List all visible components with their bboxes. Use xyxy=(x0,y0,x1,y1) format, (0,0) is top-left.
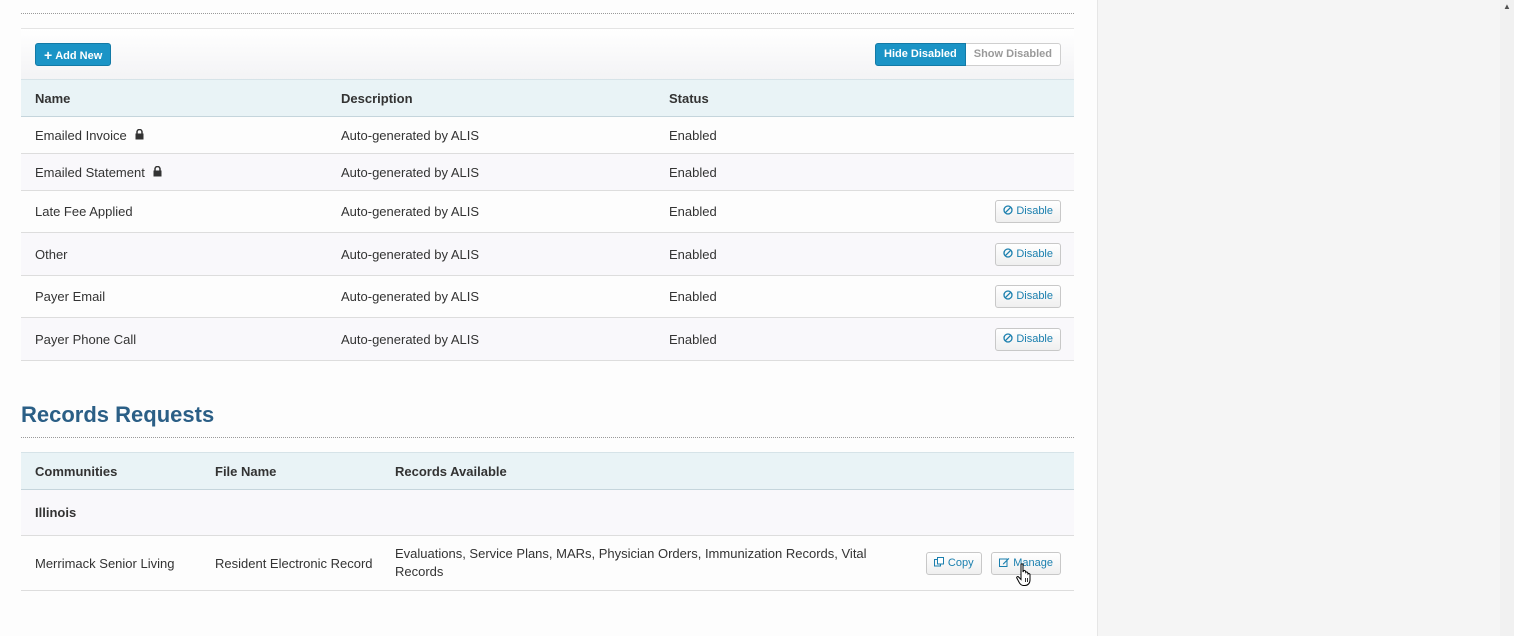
ban-icon xyxy=(1003,290,1013,300)
row-actions: Disable xyxy=(955,317,1074,361)
row-records-available: Evaluations, Service Plans, MARs, Physic… xyxy=(381,535,895,591)
row-status: Enabled xyxy=(655,153,955,191)
main-content: + Add New Hide Disabled Show Disabled Nam… xyxy=(0,0,1097,636)
row-description: Auto-generated by ALIS xyxy=(327,317,655,361)
show-disabled-button[interactable]: Show Disabled xyxy=(965,43,1061,66)
group-row: Illinois xyxy=(21,489,1074,536)
row-actions: Disable xyxy=(955,232,1074,276)
row-status: Enabled xyxy=(655,232,955,276)
disable-button[interactable]: Disable xyxy=(995,327,1061,351)
column-header-actions xyxy=(895,452,1074,490)
scroll-up-arrow-icon[interactable]: ▲ xyxy=(1500,0,1514,14)
lock-icon xyxy=(153,165,162,176)
row-name: Emailed Statement xyxy=(35,164,145,180)
row-actions: Disable xyxy=(955,275,1074,318)
row-status: Enabled xyxy=(655,275,955,318)
row-status: Enabled xyxy=(655,190,955,233)
disable-button[interactable]: Disable xyxy=(995,242,1061,266)
column-header-actions xyxy=(955,79,1074,117)
row-description: Auto-generated by ALIS xyxy=(327,275,655,318)
table-row: Payer Phone Call Auto-generated by ALIS … xyxy=(21,317,1074,361)
row-status: Enabled xyxy=(655,116,955,154)
lock-icon xyxy=(135,128,144,139)
section-divider xyxy=(21,437,1074,438)
row-description: Auto-generated by ALIS xyxy=(327,232,655,276)
ban-icon xyxy=(1003,332,1013,343)
disable-button[interactable]: Disable xyxy=(995,285,1061,308)
right-panel xyxy=(1097,0,1501,636)
table-row: Merrimack Senior Living Resident Electro… xyxy=(21,535,1074,591)
column-header-records-available: Records Available xyxy=(381,452,895,490)
row-actions: Copy Manage xyxy=(895,535,1074,591)
column-header-communities: Communities xyxy=(21,452,201,490)
row-name: Payer Phone Call xyxy=(21,317,327,361)
disabled-filter-toggle: Hide Disabled Show Disabled xyxy=(875,43,1061,66)
row-status: Enabled xyxy=(655,317,955,361)
column-header-file-name: File Name xyxy=(201,452,381,490)
row-description: Auto-generated by ALIS xyxy=(327,190,655,233)
row-file-name: Resident Electronic Record xyxy=(201,535,381,591)
group-label: Illinois xyxy=(21,489,1074,536)
records-requests-title: Records Requests xyxy=(21,402,215,427)
copy-icon xyxy=(933,556,944,566)
records-table: Communities File Name Records Available … xyxy=(21,452,1074,591)
table-row: Emailed Invoice Auto-generated by ALIS E… xyxy=(21,116,1074,154)
column-header-status: Status xyxy=(655,79,955,117)
row-actions xyxy=(955,116,1074,154)
types-table: Name Description Status Emailed Invoice … xyxy=(21,79,1074,361)
copy-button[interactable]: Copy xyxy=(925,551,982,575)
column-header-description: Description xyxy=(327,79,655,117)
row-name-cell: Emailed Statement xyxy=(21,153,327,191)
disable-button[interactable]: Disable xyxy=(995,200,1061,223)
table-row: Payer Email Auto-generated by ALIS Enabl… xyxy=(21,275,1074,318)
hide-disabled-button[interactable]: Hide Disabled xyxy=(875,43,966,66)
row-description: Auto-generated by ALIS xyxy=(327,116,655,154)
row-name: Other xyxy=(21,232,327,276)
records-table-header: Communities File Name Records Available xyxy=(21,452,1074,490)
table-row: Other Auto-generated by ALIS Enabled Dis… xyxy=(21,232,1074,276)
table-row: Emailed Statement Auto-generated by ALIS… xyxy=(21,153,1074,191)
ban-icon xyxy=(1003,247,1013,258)
row-name-cell: Emailed Invoice xyxy=(21,116,327,154)
row-name: Late Fee Applied xyxy=(21,190,327,233)
row-community: Merrimack Senior Living xyxy=(21,535,201,591)
table-row: Late Fee Applied Auto-generated by ALIS … xyxy=(21,190,1074,233)
vertical-scrollbar[interactable]: ▲ xyxy=(1500,0,1514,636)
add-new-button[interactable]: + Add New xyxy=(35,43,112,66)
row-actions xyxy=(955,153,1074,191)
ban-icon xyxy=(1003,205,1013,215)
section-heading-clipped xyxy=(21,0,1074,14)
column-header-name: Name xyxy=(21,79,327,117)
row-description: Auto-generated by ALIS xyxy=(327,153,655,191)
types-toolbar: + Add New Hide Disabled Show Disabled xyxy=(21,28,1074,80)
edit-icon xyxy=(999,557,1010,567)
row-name: Emailed Invoice xyxy=(35,127,127,143)
types-table-header: Name Description Status xyxy=(21,79,1074,117)
plus-icon: + xyxy=(44,47,53,63)
manage-button[interactable]: Manage xyxy=(991,551,1061,575)
row-name: Payer Email xyxy=(21,275,327,318)
row-actions: Disable xyxy=(955,190,1074,233)
